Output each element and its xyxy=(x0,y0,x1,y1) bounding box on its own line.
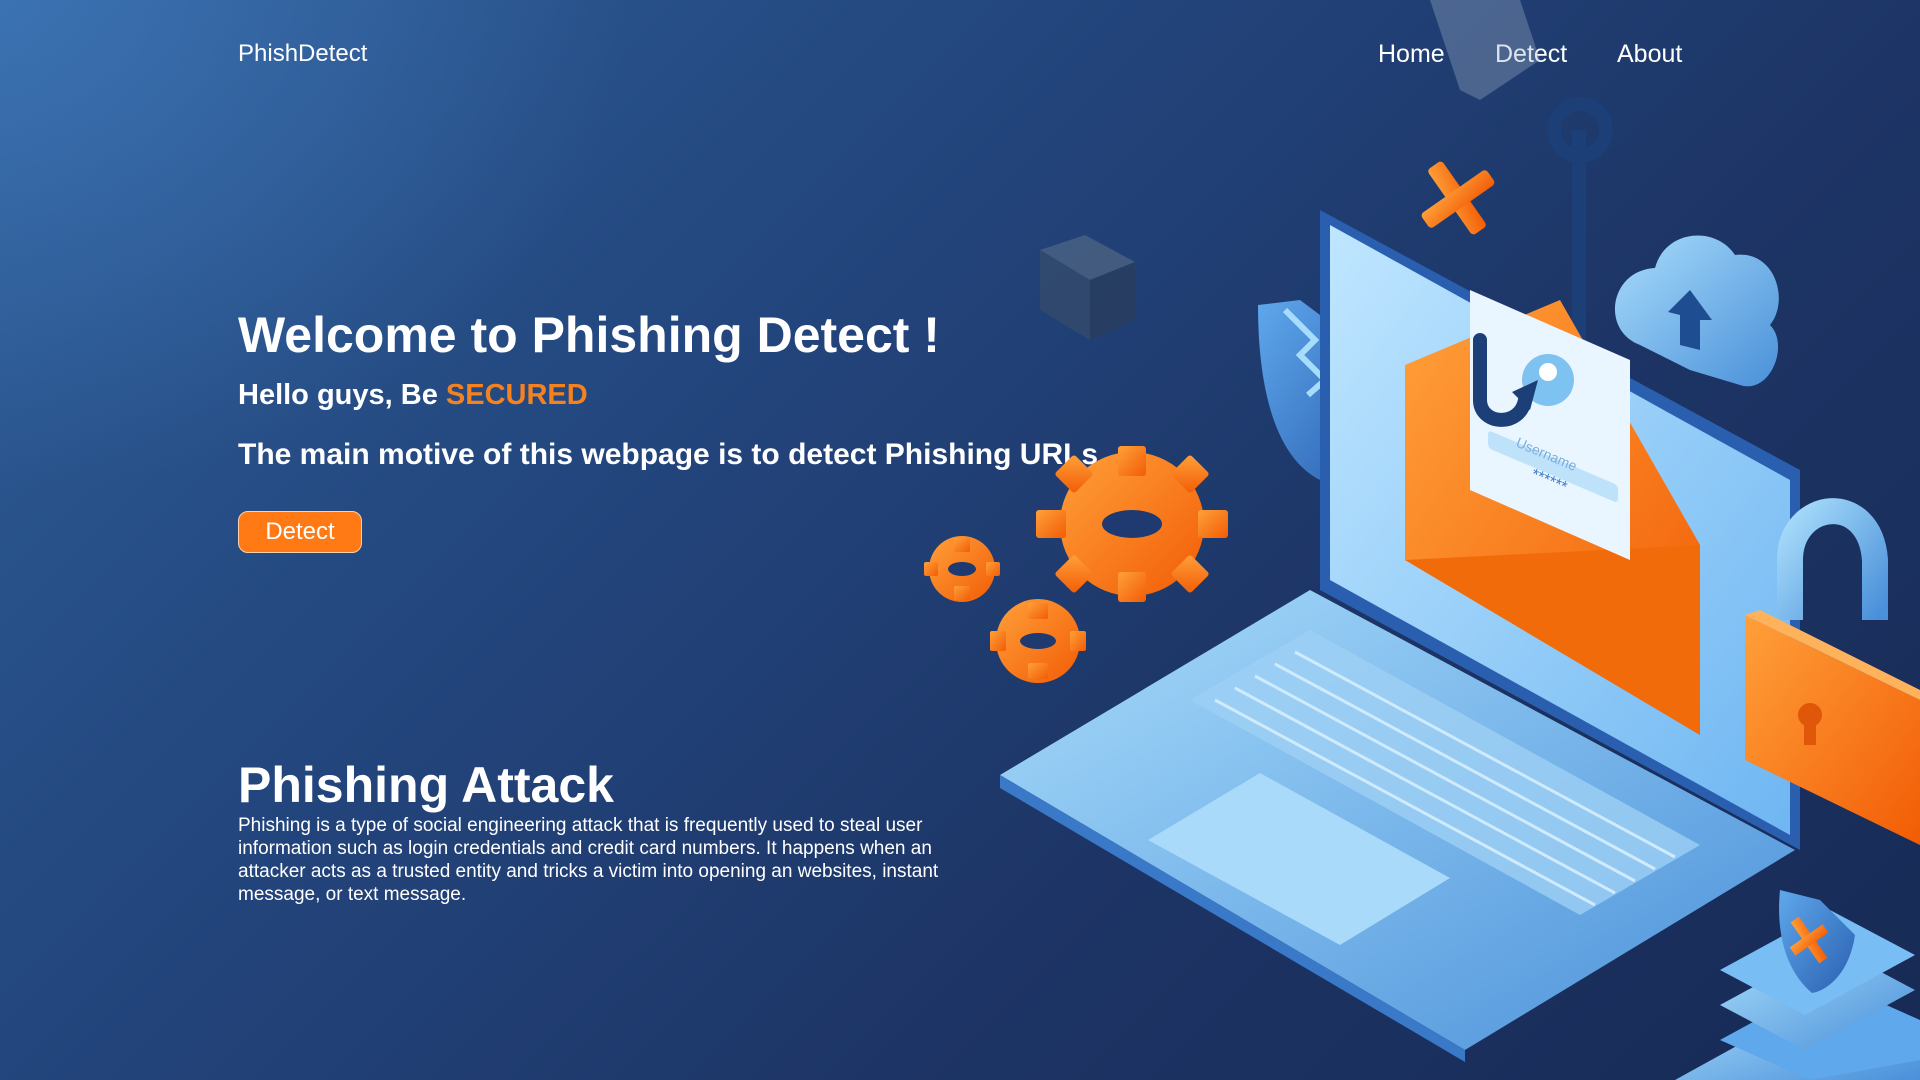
gear-icon xyxy=(924,536,1000,602)
greeting-text: Hello guys, Be xyxy=(238,379,446,411)
hero-greeting: Hello guys, Be SECURED xyxy=(238,379,588,412)
cloud-upload-icon xyxy=(1614,235,1779,387)
hero-illustration: Username ****** xyxy=(924,0,1920,1080)
cube-icon xyxy=(1430,0,1540,100)
cube-icon xyxy=(1040,235,1135,340)
greeting-accent: SECURED xyxy=(445,379,588,411)
cross-mark-icon xyxy=(1421,161,1495,235)
section-title: Phishing Attack xyxy=(238,757,614,813)
section-body: Phishing is a type of social engineering… xyxy=(238,815,939,905)
gear-icon xyxy=(990,599,1086,683)
gear-icon xyxy=(1036,446,1228,602)
detect-button[interactable]: Detect xyxy=(238,511,362,553)
hero-title: Welcome to Phishing Detect ! xyxy=(238,307,940,363)
